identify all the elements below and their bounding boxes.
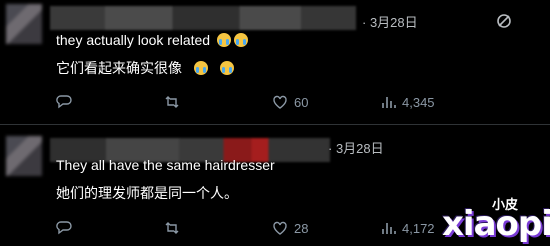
post-text-en: they actually look related [56,32,248,48]
loudly-crying-face-icon [233,33,248,47]
watermark-big-text: xiaopi [442,204,550,244]
repost-button[interactable] [164,220,186,236]
loudly-crying-face-icon [216,33,231,47]
action-bar: 60 4,345 [0,94,550,114]
post-text-en: They all have the same hairdresser [56,157,275,173]
divider [0,124,550,125]
heart-icon [273,221,287,235]
views-button[interactable]: 4,172 [380,220,435,236]
reply-icon [56,95,72,109]
repost-icon [165,96,179,108]
post-date[interactable]: · 3月28日 [362,12,418,31]
loudly-crying-face-icon [193,61,208,75]
reply-button[interactable] [56,220,78,236]
post-date[interactable]: · 3月28日 [328,138,384,157]
views-button[interactable]: 4,345 [380,94,435,110]
repost-button[interactable] [164,94,186,110]
like-button[interactable]: 28 [272,220,308,236]
post-text-zh: 它们看起来确实很像 [56,58,234,78]
avatar[interactable] [6,136,42,176]
repost-icon [165,222,179,234]
views-icon [382,97,396,108]
tweet-reply-1[interactable]: · 3月28日 they actually look related 它们看起来… [0,0,550,124]
reply-icon [56,221,72,235]
views-icon [382,223,396,234]
post-text-zh: 她们的理发师都是同一个人。 [56,185,238,201]
reply-button[interactable] [56,94,78,110]
avatar[interactable] [6,4,42,44]
grok-icon[interactable] [496,13,512,29]
like-button[interactable]: 60 [272,94,308,110]
heart-icon [273,95,287,109]
site-watermark-logo: 小皮 xiaopi [442,194,550,246]
loudly-crying-face-icon [219,61,234,75]
blurred-username[interactable] [50,6,356,30]
